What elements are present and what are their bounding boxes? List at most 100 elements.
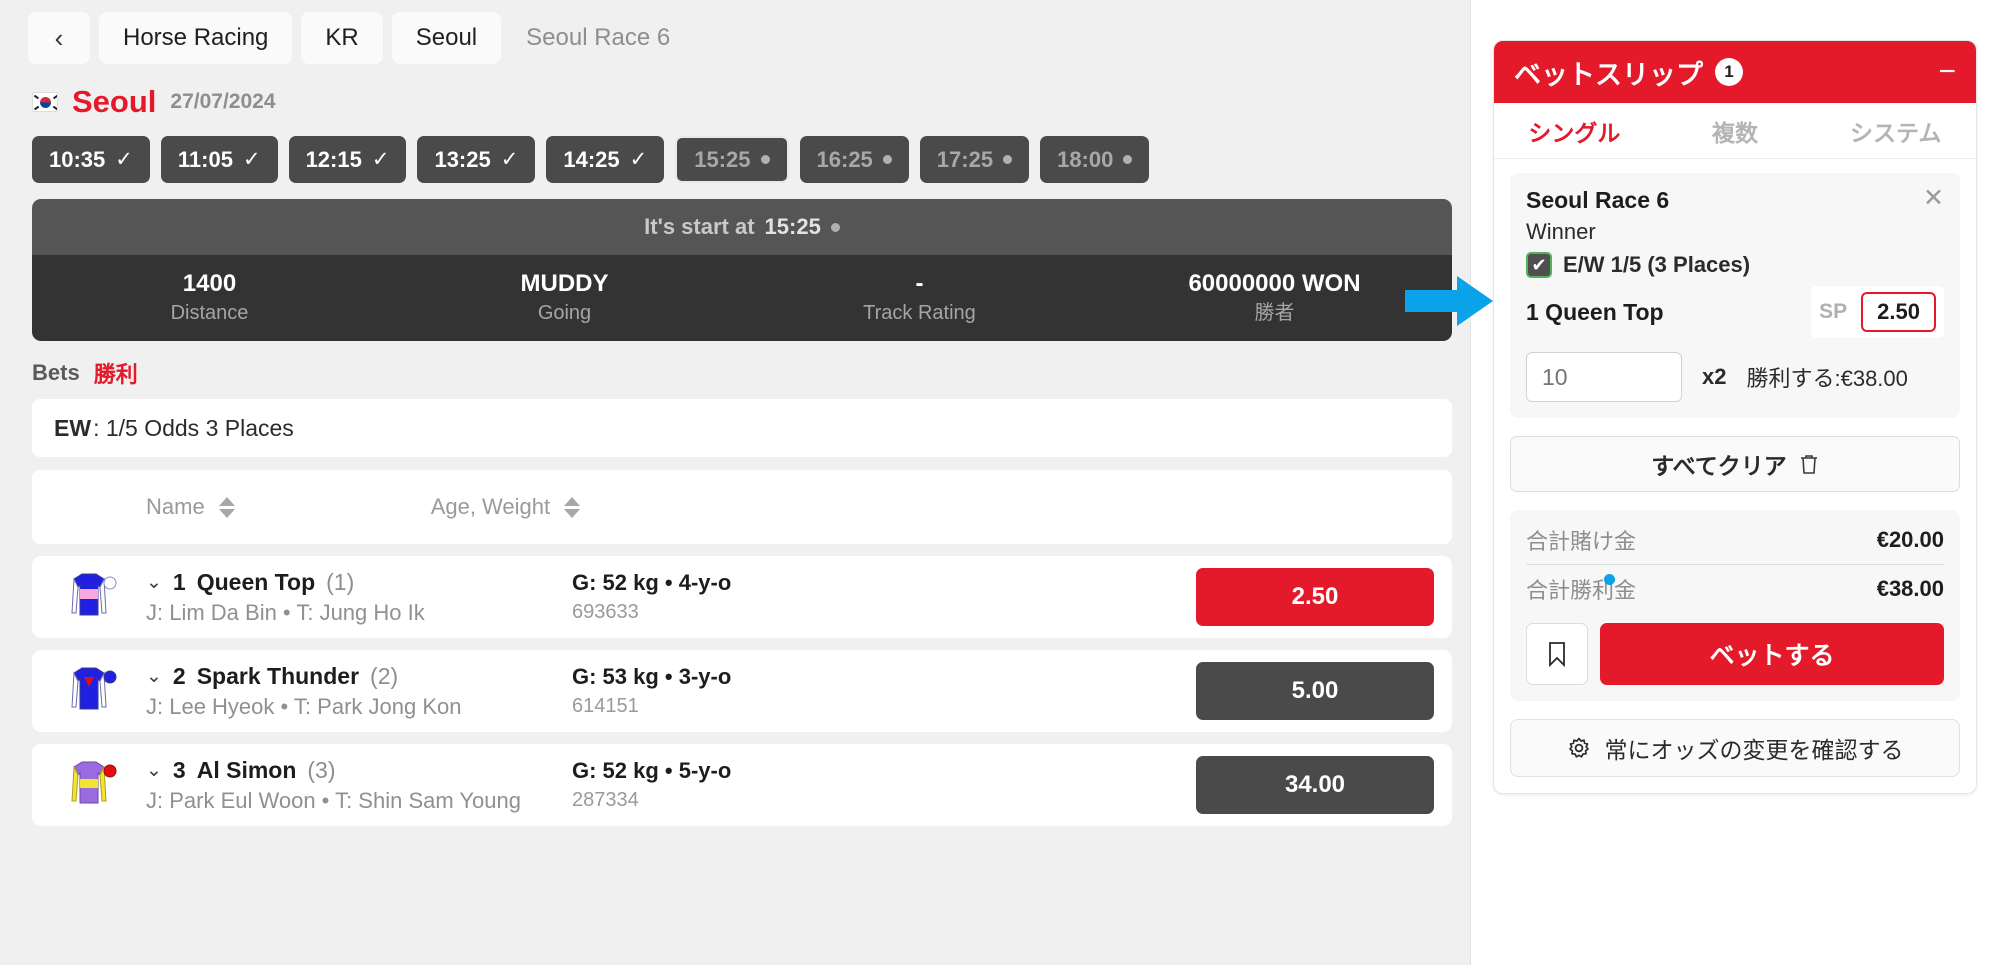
- stake-multiplier: x2: [1702, 364, 1727, 389]
- runners-table-header: Name Age, Weight: [32, 470, 1452, 544]
- bets-market-name[interactable]: 勝利: [94, 357, 138, 389]
- betslip-title: ベットスリップ: [1514, 59, 1703, 90]
- runner-meta: G: 53 kg • 3-y-o 614151: [572, 664, 972, 718]
- selection-odds[interactable]: 2.50: [1861, 292, 1936, 332]
- bets-market-header: Bets 勝利: [18, 341, 1452, 399]
- place-bet-button[interactable]: ベットする: [1600, 623, 1944, 685]
- column-header-name[interactable]: Name: [146, 494, 235, 520]
- runner-draw: (2): [370, 662, 399, 689]
- total-stake-value: €20.00: [1876, 527, 1944, 552]
- runner-draw: (3): [307, 756, 336, 783]
- back-button[interactable]: ‹: [28, 12, 90, 64]
- race-time-pill[interactable]: 17:25: [919, 136, 1030, 183]
- venue-header: Seoul 27/07/2024: [18, 74, 1452, 126]
- sort-icon[interactable]: [564, 496, 581, 518]
- table-row[interactable]: ⌄ 3 Al Simon (3) J: Park Eul Woon • T: S…: [32, 744, 1452, 826]
- selection-odds-group: SP 2.50: [1811, 286, 1944, 338]
- race-time-pill[interactable]: 18:00: [1040, 136, 1150, 183]
- status-dot-icon: [882, 155, 892, 164]
- race-stat-value: -: [915, 270, 924, 297]
- status-dot-icon: [760, 155, 770, 164]
- runner-draw: (1): [326, 568, 355, 595]
- race-start-bar: It's start at 15:25: [32, 199, 1452, 255]
- column-header-age-weight[interactable]: Age, Weight: [431, 494, 581, 520]
- odds-button[interactable]: 34.00: [1196, 756, 1434, 814]
- each-way-row[interactable]: ✔ E/W 1/5 (3 Places): [1526, 252, 1944, 278]
- odds-button-selected[interactable]: 2.50: [1196, 568, 1434, 626]
- runner-info: ⌄ 2 Spark Thunder (2) J: Lee Hyeok • T: …: [146, 663, 566, 720]
- runner-number: 2: [172, 662, 186, 689]
- ew-terms: : 1/5 Odds 3 Places: [93, 414, 294, 441]
- race-time-pill[interactable]: 16:25: [799, 136, 909, 183]
- runner-name: Queen Top: [196, 568, 316, 595]
- jockey-trainer: J: Lee Hyeok • T: Park Jong Kon: [146, 693, 462, 719]
- each-way-checkbox[interactable]: ✔: [1526, 252, 1552, 278]
- betslip-count-badge: 1: [1715, 58, 1743, 86]
- selection-runner: 1 Queen Top: [1526, 298, 1664, 325]
- breadcrumb-item-race: Seoul Race 6: [526, 24, 671, 51]
- jockey-trainer: J: Lim Da Bin • T: Jung Ho Ik: [146, 599, 425, 625]
- minimize-icon[interactable]: −: [1938, 57, 1956, 87]
- race-info-banner: It's start at 15:25 1400 Distance MUDDY …: [32, 199, 1452, 341]
- race-time-pill[interactable]: 11:05 ✓: [160, 136, 278, 183]
- runner-name: Al Simon: [196, 756, 297, 783]
- each-way-terms-bar: EW: 1/5 Odds 3 Places: [32, 399, 1452, 457]
- betting-app: ‹ Horse Racing KR Seoul Seoul Race 6 Seo…: [0, 0, 1999, 965]
- annotation-arrow-icon: [1405, 276, 1493, 326]
- tab-multiple[interactable]: 複数: [1655, 103, 1816, 158]
- race-time-label: 17:25: [936, 146, 994, 172]
- betslip: ベットスリップ 1 − シングル 複数 システム Seoul Race 6 ✕ …: [1493, 40, 1977, 794]
- check-icon: ✓: [242, 148, 261, 171]
- confirm-odds-changes-button[interactable]: 常にオッズの変更を確認する: [1510, 719, 1960, 777]
- breadcrumb: ‹ Horse Racing KR Seoul Seoul Race 6: [18, 0, 1452, 74]
- race-time-pill[interactable]: 12:15 ✓: [288, 136, 407, 183]
- race-start-time: 15:25: [764, 214, 821, 239]
- venue-date: 27/07/2024: [170, 90, 276, 113]
- race-time-pill[interactable]: 13:25 ✓: [417, 136, 536, 183]
- check-icon: ✓: [629, 148, 648, 171]
- check-icon: ✓: [371, 148, 390, 171]
- betslip-selection: Seoul Race 6 ✕ Winner ✔ E/W 1/5 (3 Place…: [1510, 173, 1960, 418]
- chevron-down-icon[interactable]: ⌄: [146, 571, 162, 594]
- race-time-pill[interactable]: 10:35 ✓: [32, 136, 150, 183]
- bookmark-icon: [1549, 642, 1565, 667]
- status-dot-icon: [1003, 155, 1013, 164]
- race-stat-track-rating: - Track Rating: [742, 269, 1097, 327]
- silk-icon: [62, 757, 120, 813]
- breadcrumb-item-country[interactable]: KR: [301, 12, 383, 64]
- sort-icon[interactable]: [218, 496, 235, 518]
- stake-input[interactable]: [1526, 352, 1682, 402]
- table-row[interactable]: ⌄ 2 Spark Thunder (2) J: Lee Hyeok • T: …: [32, 650, 1452, 732]
- total-return-row: 合計勝利金 €38.00: [1526, 565, 1944, 613]
- check-icon: ✓: [115, 148, 133, 171]
- total-stake-row: 合計賭け金 €20.00: [1526, 516, 1944, 564]
- runner-title: ⌄ 2 Spark Thunder (2): [146, 663, 566, 690]
- tab-system[interactable]: システム: [1815, 103, 1976, 158]
- race-stat-going: MUDDY Going: [387, 269, 742, 327]
- odds-button[interactable]: 5.00: [1196, 662, 1434, 720]
- breadcrumb-item-sport[interactable]: Horse Racing: [99, 12, 293, 64]
- betslip-totals: 合計賭け金 €20.00 合計勝利金 €38.00 ベットする: [1510, 510, 1960, 701]
- race-time-pill[interactable]: 14:25 ✓: [546, 136, 665, 183]
- bookmark-button[interactable]: [1526, 623, 1588, 685]
- breadcrumb-item-venue[interactable]: Seoul: [391, 12, 502, 64]
- tab-single[interactable]: シングル: [1494, 103, 1655, 158]
- weight-age: G: 52 kg • 5-y-o: [572, 758, 732, 783]
- clear-all-label: すべてクリア: [1651, 453, 1787, 479]
- column-label: Name: [146, 494, 205, 519]
- chevron-down-icon[interactable]: ⌄: [146, 665, 162, 688]
- runner-title: ⌄ 1 Queen Top (1): [146, 569, 566, 596]
- chevron-down-icon[interactable]: ⌄: [146, 759, 162, 782]
- selection-race: Seoul Race 6: [1526, 187, 1670, 213]
- table-row[interactable]: ⌄ 1 Queen Top (1) J: Lim Da Bin • T: Jun…: [32, 556, 1452, 638]
- race-time-label: 14:25: [563, 146, 620, 172]
- sp-toggle[interactable]: SP: [1819, 300, 1847, 324]
- status-dot-icon: [1123, 155, 1133, 164]
- race-time-pill-selected[interactable]: 15:25: [675, 136, 789, 183]
- close-icon[interactable]: ✕: [1923, 186, 1944, 211]
- race-stat-prize: 60000000 WON 勝者: [1097, 269, 1452, 327]
- weight-age: G: 53 kg • 3-y-o: [572, 664, 732, 689]
- clear-all-button[interactable]: すべてクリア: [1510, 436, 1960, 492]
- race-stat-value: MUDDY: [520, 270, 609, 297]
- runner-meta: G: 52 kg • 5-y-o 287334: [572, 758, 972, 812]
